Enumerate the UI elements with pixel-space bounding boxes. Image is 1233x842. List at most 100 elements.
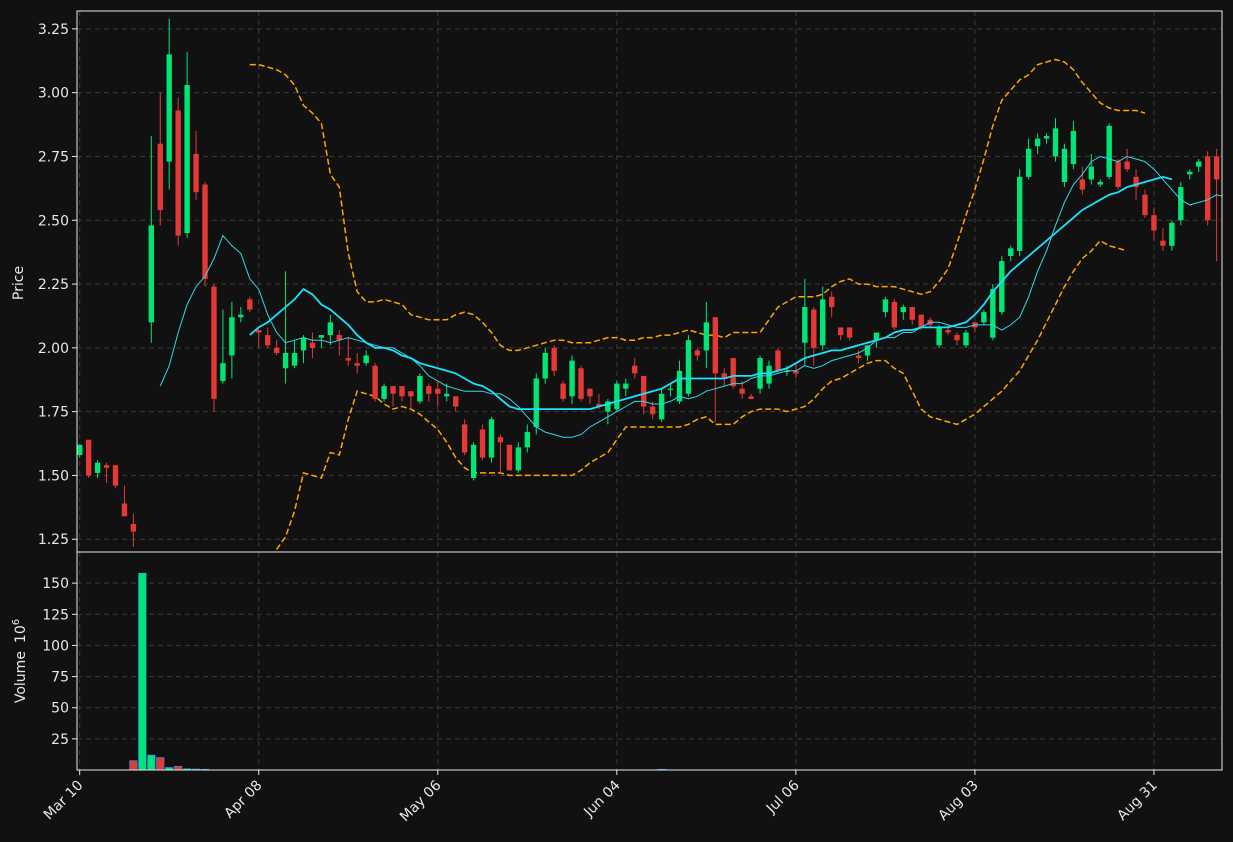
candle-body: [560, 383, 566, 399]
candle-body: [1088, 166, 1094, 180]
candle-body: [551, 347, 557, 371]
candle-body: [85, 439, 92, 476]
price-tick-label: 1.75: [38, 405, 69, 421]
candle-body: [300, 337, 307, 351]
volume-tick-label: 75: [51, 670, 69, 686]
candle-body: [264, 335, 271, 346]
candle-body: [730, 358, 736, 387]
candle-body: [802, 307, 808, 343]
price-tick-label: 2.75: [38, 149, 69, 165]
candle-body: [828, 296, 835, 308]
candle-body: [981, 312, 987, 323]
candle-body: [542, 352, 548, 379]
candle-body: [1106, 125, 1112, 177]
volume-axis-label: Volume 106: [11, 619, 29, 703]
candle-body: [103, 465, 110, 468]
candle-body: [470, 444, 477, 478]
candle-body: [1025, 148, 1032, 177]
candle-body: [1016, 176, 1023, 251]
candle-body: [1079, 179, 1086, 190]
candle-body: [497, 437, 504, 443]
candle-body: [381, 386, 387, 399]
candle-body: [461, 424, 468, 453]
candle-body: [408, 391, 414, 397]
candle-body: [488, 419, 495, 458]
candle-body: [524, 432, 530, 448]
candle-body: [990, 289, 996, 338]
candle-body: [318, 335, 325, 338]
volume-axis-label-base: 10: [13, 625, 29, 643]
price-tick-label: 3.25: [38, 22, 69, 38]
price-axis-label: Price: [11, 266, 27, 300]
candle-body: [435, 388, 441, 394]
candle-body: [882, 299, 889, 313]
candle-body: [1097, 181, 1103, 185]
candle-body: [1178, 187, 1184, 221]
candle-body: [238, 314, 244, 318]
candle-body: [999, 261, 1005, 313]
candle-body: [184, 85, 190, 234]
candle-body: [256, 329, 262, 333]
candle-body: [667, 388, 674, 390]
candlestick-chart: 1.25 1.50 1.75 2.00 2.25 2.50 2.75 3.00 3.25 25 5…: [0, 0, 1233, 842]
candle-body: [112, 465, 119, 486]
candle-body: [945, 329, 951, 333]
volume-tick-label: 150: [42, 576, 69, 592]
price-tick-label: 2.25: [38, 277, 69, 293]
volume-tick-label: 25: [51, 732, 69, 748]
candle-body: [417, 375, 423, 402]
candle-body: [632, 365, 638, 374]
candle-body: [399, 386, 405, 397]
candle-body: [900, 307, 906, 313]
candle-body: [775, 350, 781, 371]
candle-body: [623, 383, 629, 389]
candle-body: [121, 503, 128, 517]
candle-body: [739, 388, 745, 394]
candle-body: [587, 388, 593, 397]
candle-body: [694, 350, 701, 356]
candle-body: [506, 444, 513, 471]
candle-body: [649, 406, 656, 415]
candle-body: [1142, 194, 1148, 216]
volume-bar: [156, 757, 165, 770]
candle-body: [291, 352, 298, 366]
candle-body: [354, 363, 360, 366]
price-tick-label: 2.50: [38, 213, 69, 229]
candle-body: [273, 347, 280, 353]
candle-body: [220, 363, 226, 382]
candle-body: [658, 393, 665, 420]
candle-body: [1034, 138, 1041, 147]
candle-body: [282, 352, 289, 369]
candle-body: [444, 393, 450, 397]
candle-body: [963, 332, 969, 346]
candle-body: [426, 386, 432, 394]
candle-body: [578, 368, 584, 399]
candle-body: [157, 143, 163, 211]
candle-body: [1052, 128, 1059, 157]
volume-bar: [174, 765, 183, 770]
candle-body: [820, 299, 826, 346]
candle-body: [327, 322, 334, 336]
candle-body: [130, 523, 137, 532]
candle-body: [1160, 240, 1166, 246]
volume-tick-label: 100: [42, 638, 69, 654]
candle-body: [390, 386, 396, 394]
volume-bar: [147, 754, 156, 770]
candle-body: [1204, 156, 1211, 221]
candle-body: [846, 327, 853, 338]
candle-body: [363, 355, 369, 364]
candle-body: [891, 301, 898, 328]
candle-body: [766, 365, 772, 384]
candle-body: [954, 335, 960, 341]
candle-body: [936, 327, 942, 346]
candle-body: [229, 317, 235, 356]
candle-body: [309, 342, 316, 348]
candle-body: [175, 110, 181, 236]
candle-body: [345, 358, 351, 361]
volume-tick-label: 50: [51, 701, 69, 717]
candle-body: [211, 286, 217, 399]
candle-body: [148, 225, 154, 323]
candle-body: [1043, 136, 1050, 139]
volume-axis-label-exponent: 6: [11, 619, 22, 625]
candle-body: [1187, 171, 1193, 175]
